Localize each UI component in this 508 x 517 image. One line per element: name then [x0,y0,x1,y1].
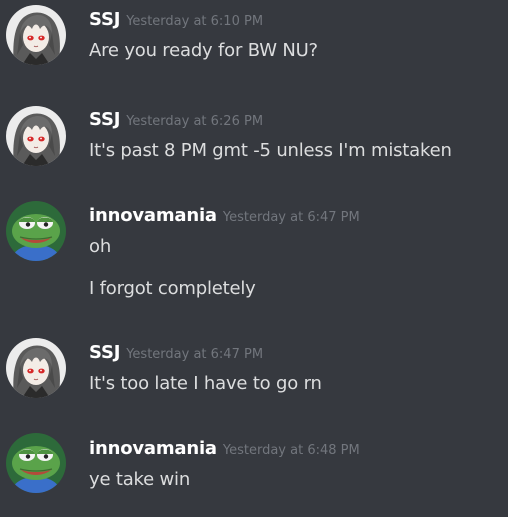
pepe-frog-avatar-icon[interactable] [6,201,66,261]
timestamp: Yesterday at 6:10 PM [126,14,264,29]
message-header: SSJ Yesterday at 6:47 PM [89,342,263,363]
message-header: SSJ Yesterday at 6:10 PM [89,9,263,30]
username[interactable]: innovamania [89,205,217,226]
username[interactable]: SSJ [89,9,120,30]
message-text: Are you ready for BW NU? [89,40,318,61]
timestamp: Yesterday at 6:47 PM [222,210,360,225]
message-text: ye take win [89,469,191,490]
anime-girl-avatar-icon[interactable] [6,5,66,65]
pepe-frog-avatar-icon[interactable] [6,433,66,493]
timestamp: Yesterday at 6:47 PM [126,347,264,362]
message-text: oh [89,236,112,257]
message-text: It's too late I have to go rn [89,373,322,394]
message-text: I forgot completely [89,278,256,299]
message-text: It's past 8 PM gmt -5 unless I'm mistake… [89,140,452,161]
username[interactable]: SSJ [89,342,120,363]
username[interactable]: SSJ [89,109,120,130]
username[interactable]: innovamania [89,438,217,459]
timestamp: Yesterday at 6:26 PM [126,114,264,129]
anime-girl-avatar-icon[interactable] [6,106,66,166]
timestamp: Yesterday at 6:48 PM [222,443,360,458]
message-header: SSJ Yesterday at 6:26 PM [89,109,263,130]
anime-girl-avatar-icon[interactable] [6,338,66,398]
message-header: innovamania Yesterday at 6:48 PM [89,438,360,459]
message-header: innovamania Yesterday at 6:47 PM [89,205,360,226]
